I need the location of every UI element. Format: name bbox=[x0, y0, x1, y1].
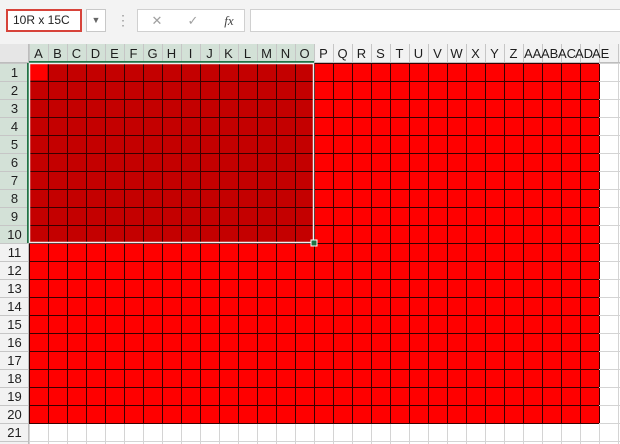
column-header-r[interactable]: R bbox=[357, 46, 366, 61]
row-header-12[interactable]: 12 bbox=[7, 263, 21, 278]
row-header-16[interactable]: 16 bbox=[7, 335, 21, 350]
row-header-1[interactable]: 1 bbox=[11, 65, 18, 80]
column-header-c[interactable]: C bbox=[72, 46, 81, 61]
row-header-14[interactable]: 14 bbox=[7, 299, 21, 314]
column-header-ac[interactable]: AC bbox=[558, 46, 576, 61]
spreadsheet-grid[interactable]: A B C D E F G H I J K L M N O P Q R S T U V W X Y Z AA AB ACADAE1234… bbox=[0, 0, 620, 444]
column-header-u[interactable]: U bbox=[414, 46, 423, 61]
row-header-15[interactable]: 15 bbox=[7, 317, 21, 332]
column-header-x[interactable]: X bbox=[471, 46, 480, 61]
row-header-18[interactable]: 18 bbox=[7, 371, 21, 386]
column-header-z[interactable]: Z bbox=[510, 46, 518, 61]
column-header-d[interactable]: D bbox=[91, 46, 100, 61]
row-header-3[interactable]: 3 bbox=[11, 101, 18, 116]
column-header-l[interactable]: L bbox=[244, 46, 251, 61]
row-header-2[interactable]: 2 bbox=[11, 83, 18, 98]
row-header-8[interactable]: 8 bbox=[11, 191, 18, 206]
active-cell[interactable] bbox=[30, 64, 47, 80]
column-header-s[interactable]: S bbox=[376, 46, 385, 61]
column-header-i[interactable]: I bbox=[189, 46, 193, 61]
column-header-t[interactable]: T bbox=[396, 46, 404, 61]
row-header-7[interactable]: 7 bbox=[11, 173, 18, 188]
column-header-o[interactable]: O bbox=[299, 46, 309, 61]
row-header-10[interactable]: 10 bbox=[7, 227, 21, 242]
column-header-a[interactable]: A bbox=[34, 46, 43, 61]
select-all-corner[interactable] bbox=[0, 44, 29, 63]
row-header-17[interactable]: 17 bbox=[7, 353, 21, 368]
column-header-n[interactable]: N bbox=[281, 46, 290, 61]
column-header-ab[interactable]: AB bbox=[541, 46, 558, 61]
row-header-11[interactable]: 11 bbox=[8, 245, 22, 260]
row-header-13[interactable]: 13 bbox=[7, 281, 21, 296]
row-header-20[interactable]: 20 bbox=[7, 407, 21, 422]
column-header-ad[interactable]: AD bbox=[575, 46, 593, 61]
column-header-aa[interactable]: AA bbox=[524, 46, 542, 61]
column-header-w[interactable]: W bbox=[450, 46, 463, 61]
column-header-m[interactable]: M bbox=[261, 46, 272, 61]
row-header-5[interactable]: 5 bbox=[11, 137, 18, 152]
column-header-q[interactable]: Q bbox=[337, 46, 347, 61]
column-header-ae[interactable]: AE bbox=[592, 46, 610, 61]
column-header-h[interactable]: H bbox=[167, 46, 176, 61]
column-header-g[interactable]: G bbox=[147, 46, 157, 61]
column-header-y[interactable]: Y bbox=[490, 46, 499, 61]
column-header-k[interactable]: K bbox=[224, 46, 233, 61]
column-header-b[interactable]: B bbox=[53, 46, 62, 61]
column-header-v[interactable]: V bbox=[433, 46, 442, 61]
column-header-p[interactable]: P bbox=[319, 46, 328, 61]
row-header-19[interactable]: 19 bbox=[7, 389, 21, 404]
row-header-9[interactable]: 9 bbox=[11, 209, 18, 224]
column-header-e[interactable]: E bbox=[110, 46, 119, 61]
row-header-6[interactable]: 6 bbox=[11, 155, 18, 170]
column-header-j[interactable]: J bbox=[206, 46, 213, 61]
row-header-21[interactable]: 21 bbox=[7, 425, 21, 440]
row-header-4[interactable]: 4 bbox=[11, 119, 18, 134]
column-header-f[interactable]: F bbox=[130, 46, 138, 61]
fill-handle[interactable] bbox=[310, 239, 318, 247]
